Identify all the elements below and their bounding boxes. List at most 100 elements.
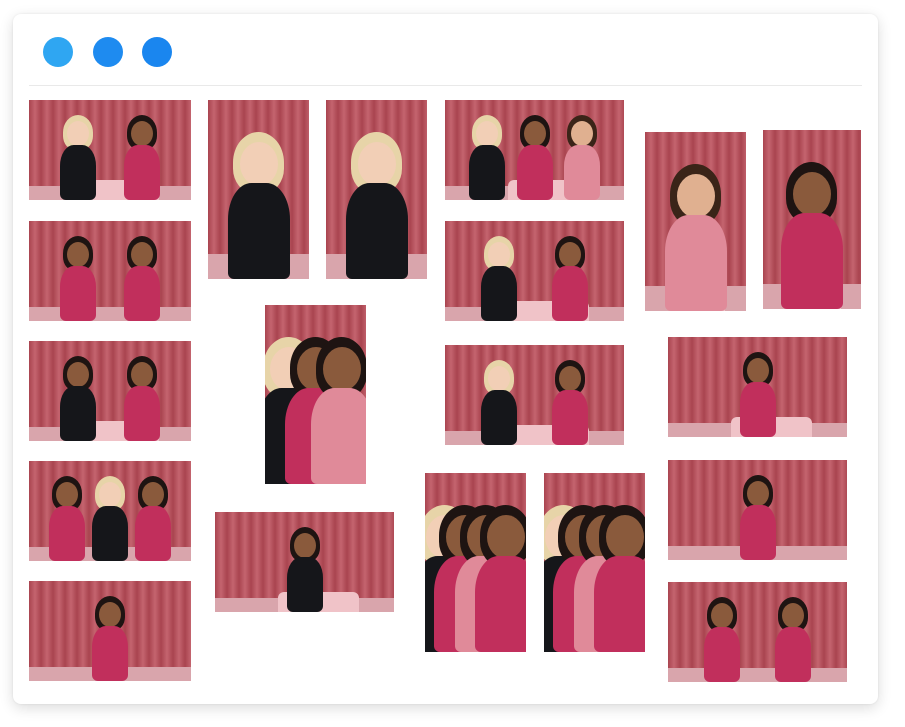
dress bbox=[287, 557, 323, 612]
photo-duo-standing-1[interactable] bbox=[29, 221, 191, 321]
model-figure bbox=[311, 337, 366, 484]
photo-solo-seated-2[interactable] bbox=[763, 130, 861, 309]
dress bbox=[92, 626, 128, 681]
dress bbox=[60, 386, 96, 441]
dress bbox=[740, 382, 776, 437]
face bbox=[524, 121, 546, 146]
photo-duo-seated-2[interactable] bbox=[29, 341, 191, 441]
face bbox=[131, 242, 153, 267]
title-bar bbox=[13, 14, 878, 86]
photo-trio-1[interactable] bbox=[29, 461, 191, 561]
face bbox=[67, 362, 89, 387]
model-figure bbox=[124, 115, 160, 200]
photo-group-1[interactable] bbox=[425, 473, 526, 652]
face bbox=[131, 121, 153, 146]
face bbox=[476, 121, 498, 146]
dress bbox=[49, 506, 85, 561]
dress bbox=[564, 145, 600, 200]
face bbox=[323, 347, 361, 391]
face bbox=[677, 174, 715, 218]
dress bbox=[594, 556, 645, 652]
dress bbox=[517, 145, 553, 200]
face bbox=[240, 142, 278, 186]
model-figure bbox=[594, 505, 645, 652]
dress bbox=[60, 145, 96, 200]
photo-solo-seated-1[interactable] bbox=[215, 512, 394, 612]
model-figure bbox=[475, 505, 526, 652]
photo-group-seated-1[interactable] bbox=[265, 305, 366, 484]
window-control-2[interactable] bbox=[93, 37, 123, 67]
face bbox=[67, 121, 89, 146]
model-figure bbox=[60, 115, 96, 200]
window-control-3[interactable] bbox=[142, 37, 172, 67]
photo-solo-portrait-1[interactable] bbox=[29, 581, 191, 681]
face bbox=[747, 358, 769, 383]
face bbox=[488, 242, 510, 267]
face bbox=[559, 242, 581, 267]
face bbox=[142, 482, 164, 507]
face bbox=[56, 482, 78, 507]
model-figure bbox=[781, 162, 843, 309]
model-figure bbox=[775, 597, 811, 682]
face bbox=[488, 366, 510, 391]
face bbox=[559, 366, 581, 391]
dress bbox=[481, 266, 517, 321]
dress bbox=[665, 215, 727, 311]
face bbox=[99, 482, 121, 507]
model-figure bbox=[346, 132, 408, 279]
face bbox=[747, 481, 769, 506]
dress bbox=[552, 266, 588, 321]
dress bbox=[124, 386, 160, 441]
photo-group-2[interactable] bbox=[544, 473, 645, 652]
model-figure bbox=[135, 476, 171, 561]
dress bbox=[124, 145, 160, 200]
title-divider bbox=[29, 85, 862, 86]
photo-duo-seated-4[interactable] bbox=[445, 345, 624, 445]
dress bbox=[135, 506, 171, 561]
dress bbox=[475, 556, 526, 652]
model-figure bbox=[704, 597, 740, 682]
studio-floor bbox=[29, 307, 191, 321]
model-figure bbox=[665, 164, 727, 311]
face bbox=[571, 121, 593, 146]
model-figure bbox=[92, 476, 128, 561]
model-figure bbox=[49, 476, 85, 561]
model-figure bbox=[552, 236, 588, 321]
dress bbox=[552, 390, 588, 445]
dress bbox=[704, 627, 740, 682]
face bbox=[358, 142, 396, 186]
photo-duo-seated-3[interactable] bbox=[445, 221, 624, 321]
face bbox=[131, 362, 153, 387]
photo-solo-seated-3[interactable] bbox=[668, 337, 847, 437]
photo-duo-standing-2[interactable] bbox=[668, 582, 847, 682]
face bbox=[67, 242, 89, 267]
dress bbox=[311, 388, 366, 484]
photo-solo-blonde-1[interactable] bbox=[208, 100, 309, 279]
dress bbox=[60, 266, 96, 321]
photo-duo-seated-1[interactable] bbox=[29, 100, 191, 200]
model-figure bbox=[124, 236, 160, 321]
model-figure bbox=[469, 115, 505, 200]
dress bbox=[469, 145, 505, 200]
dress bbox=[346, 183, 408, 279]
face bbox=[606, 515, 644, 559]
photo-solo-portrait-2[interactable] bbox=[645, 132, 746, 311]
app-window bbox=[13, 14, 878, 704]
dress bbox=[92, 506, 128, 561]
model-figure bbox=[564, 115, 600, 200]
photo-solo-blonde-2[interactable] bbox=[326, 100, 427, 279]
dress bbox=[740, 505, 776, 560]
model-figure bbox=[124, 356, 160, 441]
photo-trio-2[interactable] bbox=[445, 100, 624, 200]
face bbox=[487, 515, 525, 559]
face bbox=[782, 603, 804, 628]
model-figure bbox=[517, 115, 553, 200]
curtain-backdrop bbox=[668, 582, 847, 682]
model-figure bbox=[740, 475, 776, 560]
model-figure bbox=[481, 236, 517, 321]
photo-solo-standing-1[interactable] bbox=[668, 460, 847, 560]
face bbox=[711, 603, 733, 628]
window-control-1[interactable] bbox=[43, 37, 73, 67]
dress bbox=[124, 266, 160, 321]
dress bbox=[775, 627, 811, 682]
